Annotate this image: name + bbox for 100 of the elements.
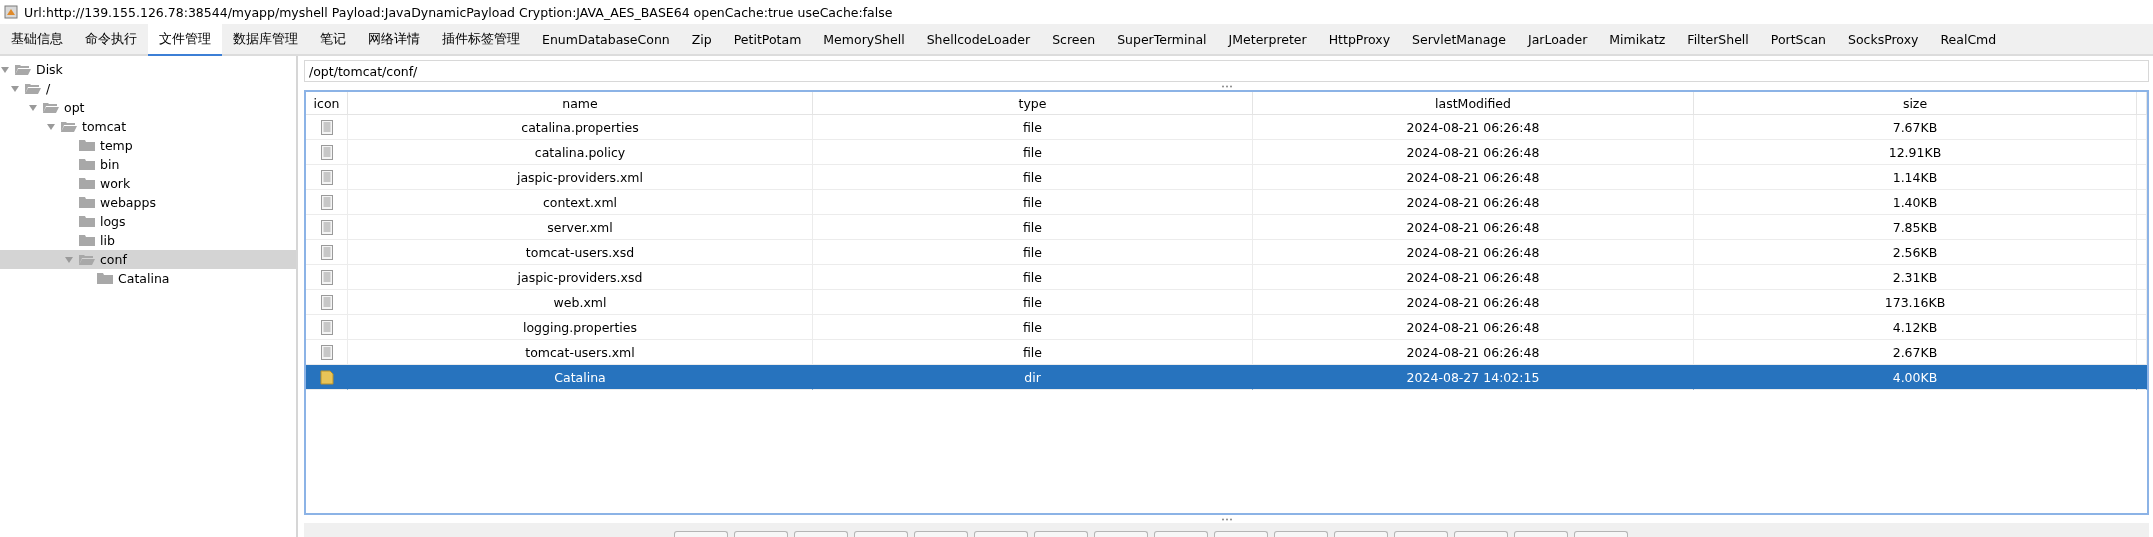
table-cell: file (813, 240, 1253, 265)
tree-item[interactable]: tomcat (0, 117, 296, 136)
table-cell: 2024-08-21 06:26:48 (1253, 315, 1694, 340)
tab[interactable]: PortScan (1759, 24, 1837, 56)
table-cell: 2.31KB (1694, 265, 2137, 290)
table-cell: 4.00KB (1694, 365, 2137, 390)
table-cell (2137, 365, 2147, 390)
cut-off-button[interactable] (794, 531, 848, 537)
folder-icon (96, 272, 114, 285)
cut-off-button[interactable] (854, 531, 908, 537)
folder-icon (78, 177, 96, 190)
tab[interactable]: PetitPotam (722, 24, 813, 56)
cut-off-button[interactable] (734, 531, 788, 537)
table-cell: file (813, 190, 1253, 215)
table-cell: 173.16KB (1694, 290, 2137, 315)
tab[interactable]: RealCmd (1929, 24, 2008, 56)
tree-item[interactable]: / (0, 79, 296, 98)
tab[interactable]: ShellcodeLoader (915, 24, 1042, 56)
tab[interactable]: Screen (1041, 24, 1107, 56)
document-icon (320, 269, 333, 285)
caret-icon[interactable] (64, 255, 74, 264)
table-cell: 2024-08-21 06:26:48 (1253, 165, 1694, 190)
tab[interactable]: 基础信息 (0, 24, 74, 56)
tab[interactable]: HttpProxy (1317, 24, 1402, 56)
cut-off-button[interactable] (1514, 531, 1568, 537)
folder-icon (78, 234, 96, 247)
cut-off-button[interactable] (1454, 531, 1508, 537)
open-folder-icon (78, 253, 96, 266)
table-cell: server.xml (348, 215, 813, 240)
open-folder-icon (42, 101, 60, 114)
tab[interactable]: ServletManage (1401, 24, 1517, 56)
app-icon (4, 5, 18, 19)
table-cell: 2024-08-21 06:26:48 (1253, 190, 1694, 215)
table-cell: logging.properties (348, 315, 813, 340)
splitter-handle-icon[interactable] (1220, 517, 1233, 521)
document-icon (320, 194, 333, 210)
table-cell: dir (813, 365, 1253, 390)
tab[interactable]: 网络详情 (357, 24, 431, 56)
cut-off-button[interactable] (1034, 531, 1088, 537)
tree-item[interactable]: lib (0, 231, 296, 250)
tab[interactable]: EnumDatabaseConn (531, 24, 681, 56)
table-cell: 2024-08-21 06:26:48 (1253, 265, 1694, 290)
table-cell: context.xml (348, 190, 813, 215)
tab[interactable]: SocksProxy (1837, 24, 1930, 56)
tab[interactable]: Zip (680, 24, 723, 56)
table-cell: jaspic-providers.xsd (348, 265, 813, 290)
table-cell: tomcat-users.xml (348, 340, 813, 365)
tree-item[interactable]: temp (0, 136, 296, 155)
table-cell: 2024-08-21 06:26:48 (1253, 290, 1694, 315)
tab[interactable]: 命令执行 (74, 24, 148, 56)
tab[interactable]: 文件管理 (148, 24, 222, 56)
tree-item[interactable]: webapps (0, 193, 296, 212)
folder-icon (78, 215, 96, 228)
path-field[interactable]: /opt/tomcat/conf/ (304, 60, 2149, 82)
tree-item[interactable]: conf (0, 250, 296, 269)
tree-item[interactable]: opt (0, 98, 296, 117)
tab[interactable]: SuperTerminal (1106, 24, 1218, 56)
cut-off-button[interactable] (1274, 531, 1328, 537)
cut-off-button[interactable] (974, 531, 1028, 537)
table-cell: 12.91KB (1694, 140, 2137, 165)
table-cell: jaspic-providers.xml (348, 165, 813, 190)
tab[interactable]: JMeterpreter (1217, 24, 1318, 56)
cut-off-button[interactable] (1334, 531, 1388, 537)
tab[interactable]: 笔记 (309, 24, 357, 56)
document-icon (320, 344, 333, 360)
window-title: Url:http://139.155.126.78:38544/myapp/myshell Payload:JavaDynamicPayload Cryption:JAVA_AES_BASE64 openCache:true useCache:false (24, 4, 893, 20)
tree-item[interactable]: work (0, 174, 296, 193)
tree-item[interactable]: logs (0, 212, 296, 231)
tab[interactable]: 插件标签管理 (431, 24, 531, 56)
tab[interactable]: 数据库管理 (222, 24, 309, 56)
document-icon (320, 144, 333, 160)
tree-item[interactable]: Catalina (0, 269, 296, 288)
table-cell: 2024-08-21 06:26:48 (1253, 115, 1694, 140)
table-cell: 2024-08-21 06:26:48 (1253, 240, 1694, 265)
table-cell: web.xml (348, 290, 813, 315)
tree-item[interactable]: bin (0, 155, 296, 174)
table-cell: 4.12KB (1694, 315, 2137, 340)
table-cell: file (813, 115, 1253, 140)
cut-off-button[interactable] (1154, 531, 1208, 537)
table-cell: file (813, 340, 1253, 365)
table-cell: file (813, 165, 1253, 190)
table-cell: 2024-08-21 06:26:48 (1253, 340, 1694, 365)
table-cell: file (813, 265, 1253, 290)
tree-item[interactable]: Disk (0, 60, 296, 79)
cut-off-button[interactable] (674, 531, 728, 537)
cut-off-button[interactable] (914, 531, 968, 537)
splitter-handle-icon[interactable] (1220, 84, 1233, 88)
table-cell: 1.40KB (1694, 190, 2137, 215)
document-icon (320, 219, 333, 235)
tab[interactable]: JarLoader (1517, 24, 1599, 56)
tab[interactable]: FilterShell (1676, 24, 1760, 56)
folder-icon (78, 139, 96, 152)
tab[interactable]: Mimikatz (1598, 24, 1677, 56)
open-folder-icon (14, 63, 32, 76)
document-icon (320, 294, 333, 310)
cut-off-button[interactable] (1574, 531, 1628, 537)
cut-off-button[interactable] (1094, 531, 1148, 537)
tab[interactable]: MemoryShell (812, 24, 916, 56)
cut-off-button[interactable] (1394, 531, 1448, 537)
cut-off-button[interactable] (1214, 531, 1268, 537)
